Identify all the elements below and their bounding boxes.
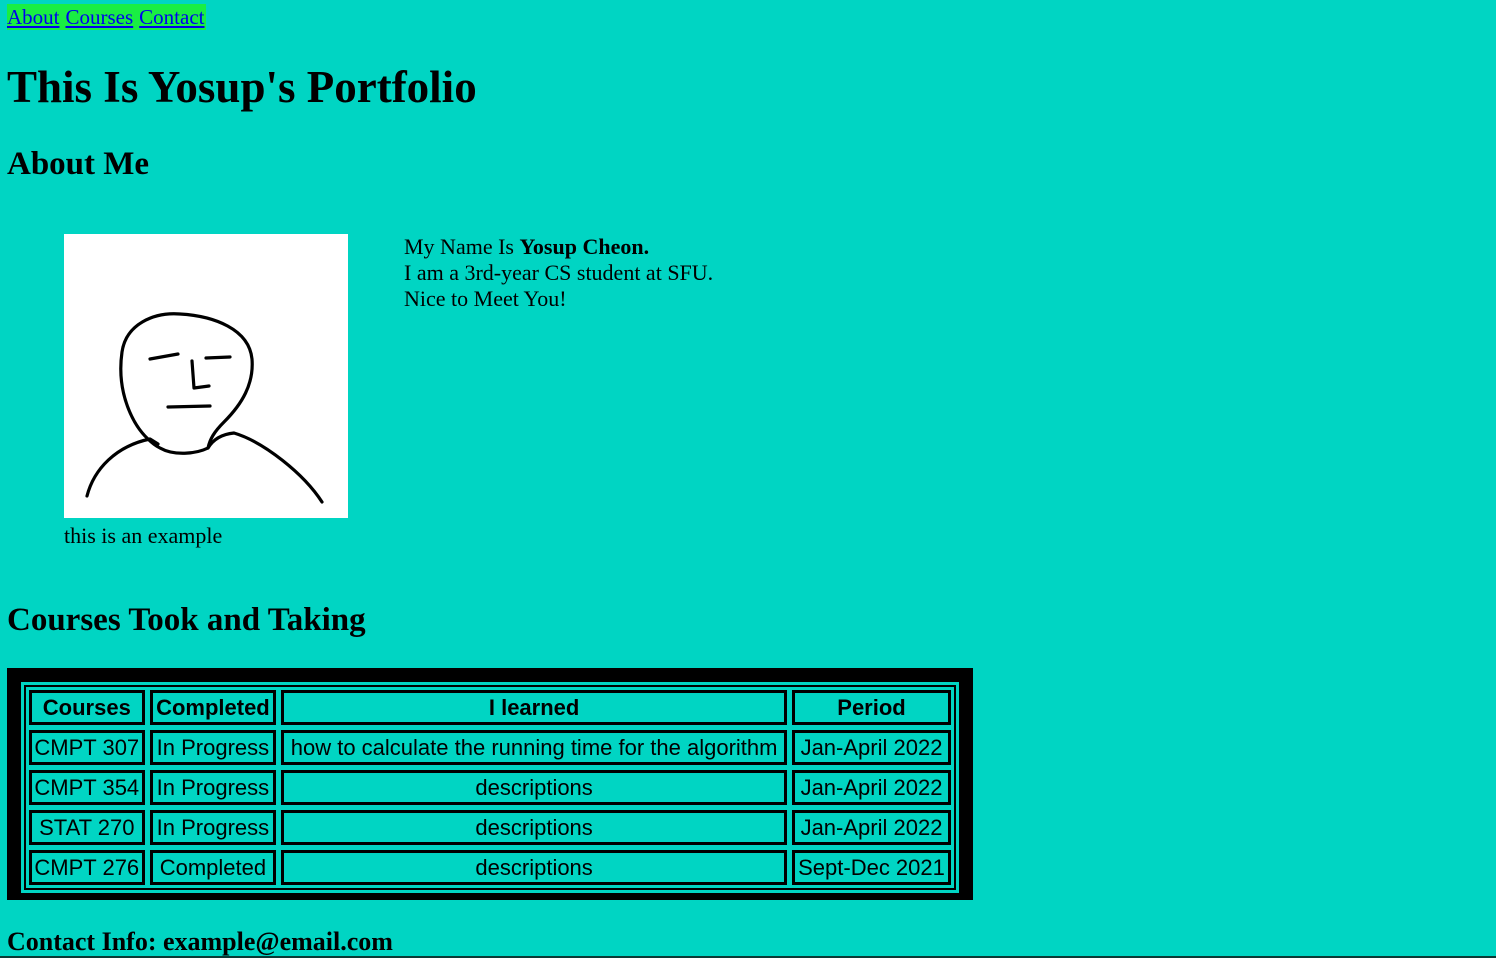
cell-learned: descriptions xyxy=(278,807,790,848)
face-sketch-icon xyxy=(85,312,324,504)
bio-line-2: I am a 3rd-year CS student at SFU. xyxy=(404,260,714,285)
cell-status: In Progress xyxy=(146,727,280,768)
nav-link-contact[interactable]: Contact xyxy=(139,4,204,30)
table-row: CMPT 354 In Progress descriptions Jan-Ap… xyxy=(26,767,954,808)
cell-status: In Progress xyxy=(146,807,280,848)
about-heading: About Me xyxy=(7,146,150,182)
cell-course: STAT 270 xyxy=(26,807,148,848)
courses-table: Courses Completed I learned Period CMPT … xyxy=(21,682,959,893)
page-title: This Is Yosup's Portfolio xyxy=(7,62,477,112)
top-nav: About Courses Contact xyxy=(7,4,206,30)
bio-line-1: My Name Is Yosup Cheon. xyxy=(404,234,713,260)
cell-learned: how to calculate the running time for th… xyxy=(278,727,790,768)
table-row: CMPT 307 In Progress how to calculate th… xyxy=(26,727,954,768)
profile-figure: this is an example xyxy=(64,234,348,549)
cell-period: Jan-April 2022 xyxy=(789,727,954,768)
column-header-period: Period xyxy=(789,687,954,728)
cell-course: CMPT 354 xyxy=(26,767,148,808)
bio-prefix: My Name Is xyxy=(404,234,520,259)
cell-course: CMPT 307 xyxy=(26,727,148,768)
profile-image xyxy=(64,234,348,518)
column-header-courses: Courses xyxy=(26,687,148,728)
figure-caption: this is an example xyxy=(64,523,223,548)
cell-learned: descriptions xyxy=(278,767,790,808)
table-header-row: Courses Completed I learned Period xyxy=(26,687,954,728)
nav-link-courses[interactable]: Courses xyxy=(66,4,134,30)
nav-link-about[interactable]: About xyxy=(7,4,60,30)
table-row: CMPT 276 Completed descriptions Sept-Dec… xyxy=(26,847,954,888)
cell-period: Jan-April 2022 xyxy=(789,767,954,808)
table-row: STAT 270 In Progress descriptions Jan-Ap… xyxy=(26,807,954,848)
bio-line-3: Nice to Meet You! xyxy=(404,286,567,311)
courses-table-frame: Courses Completed I learned Period CMPT … xyxy=(7,668,973,900)
cell-status: Completed xyxy=(146,847,280,888)
cell-learned: descriptions xyxy=(278,847,790,888)
bio-text: My Name Is Yosup Cheon. I am a 3rd-year … xyxy=(404,234,713,312)
cell-period: Sept-Dec 2021 xyxy=(789,847,954,888)
column-header-learned: I learned xyxy=(278,687,790,728)
cell-course: CMPT 276 xyxy=(26,847,148,888)
bio-name: Yosup Cheon. xyxy=(519,234,650,259)
cell-period: Jan-April 2022 xyxy=(789,807,954,848)
cell-status: In Progress xyxy=(146,767,280,808)
courses-heading: Courses Took and Taking xyxy=(7,602,366,638)
column-header-completed: Completed xyxy=(146,687,280,728)
contact-info: Contact Info: example@email.com xyxy=(7,927,393,956)
